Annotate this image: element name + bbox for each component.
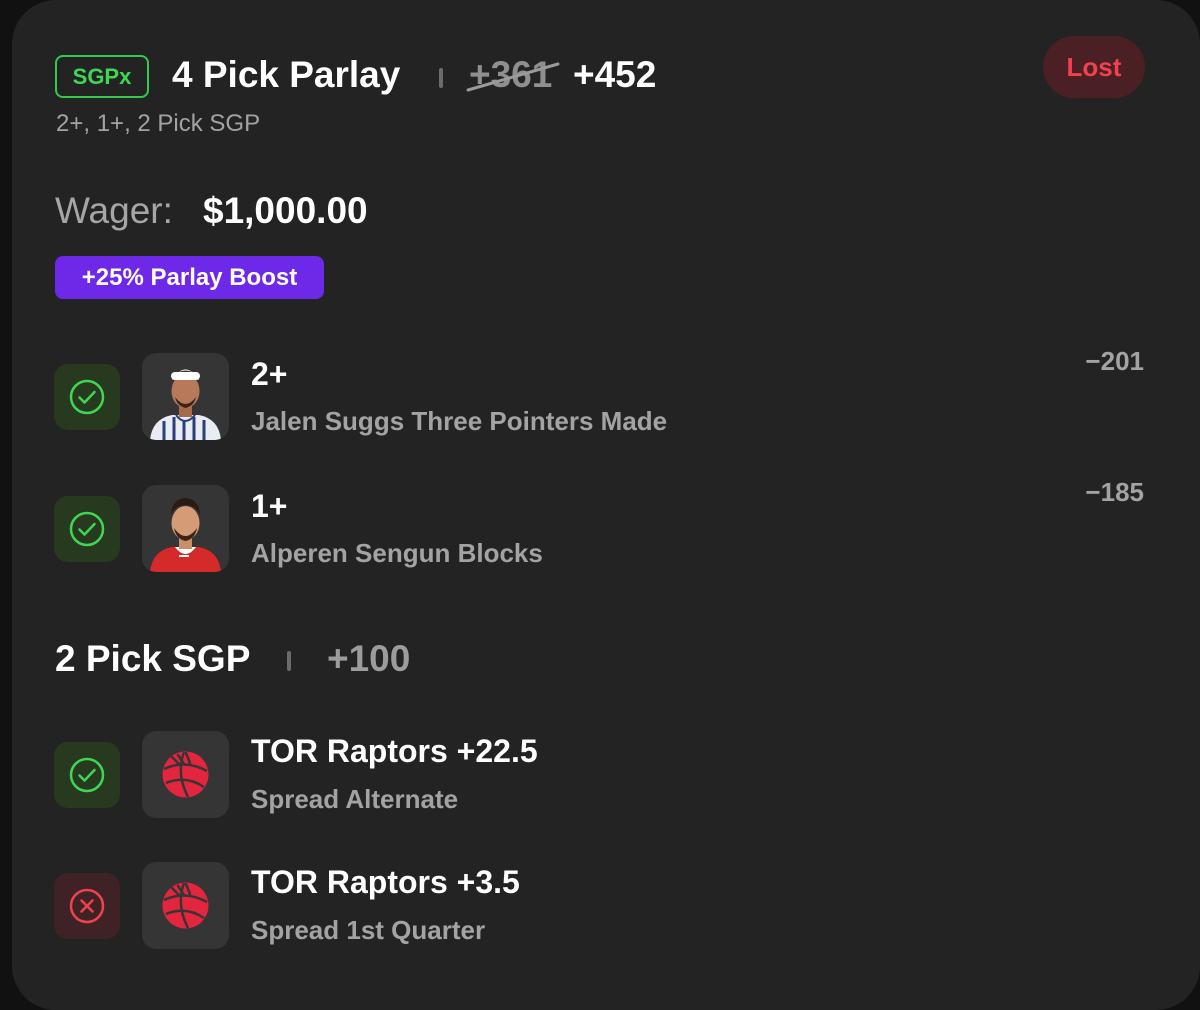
player-headshot: [142, 353, 229, 440]
bet-subtitle: 2+, 1+, 2 Pick SGP: [56, 110, 261, 137]
bet-title: 4 Pick Parlay: [172, 54, 401, 95]
leg-odds: −201: [1085, 346, 1144, 376]
leg-description: Alperen Sengun Blocks: [251, 538, 543, 568]
boosted-odds: +452: [573, 54, 657, 95]
leg-description: Spread Alternate: [251, 784, 459, 814]
sgpx-badge: SGPx: [55, 55, 149, 98]
team-logo: [142, 862, 229, 949]
checkmark-circle-icon: [69, 757, 105, 793]
bet-card: SGPx 4 Pick Parlay +361 +452 2+, 1+, 2 P…: [12, 0, 1200, 1010]
checkmark-circle-icon: [69, 511, 105, 547]
group-divider: [287, 651, 291, 671]
leg-won-indicator: [54, 496, 120, 562]
sgp-group-odds: +100: [327, 638, 411, 679]
team-logo: [142, 731, 229, 818]
leg-lost-indicator: [54, 873, 120, 939]
leg-line: TOR Raptors +3.5: [251, 864, 520, 900]
player-avatar-icon: [150, 369, 221, 440]
strikethrough-line: [466, 62, 560, 92]
leg-won-indicator: [54, 742, 120, 808]
parlay-boost-badge: +25% Parlay Boost: [55, 256, 324, 299]
wager-amount: $1,000.00: [203, 190, 368, 231]
wager-label: Wager:: [55, 190, 173, 231]
title-divider: [439, 68, 443, 88]
sgp-group-title: 2 Pick SGP: [55, 638, 251, 679]
leg-line: 1+: [251, 488, 288, 524]
raptors-logo-icon: [162, 751, 209, 798]
leg-won-indicator: [54, 364, 120, 430]
x-circle-icon: [69, 888, 105, 924]
status-badge: Lost: [1043, 36, 1145, 98]
leg-description: Jalen Suggs Three Pointers Made: [251, 406, 668, 436]
leg-line: 2+: [251, 356, 288, 392]
checkmark-circle-icon: [69, 379, 105, 415]
leg-odds: −185: [1085, 477, 1144, 507]
leg-description: Spread 1st Quarter: [251, 915, 486, 945]
player-headshot: [142, 485, 229, 572]
leg-line: TOR Raptors +22.5: [251, 733, 538, 769]
raptors-logo-icon: [162, 882, 209, 929]
player-avatar-icon: [150, 498, 221, 572]
